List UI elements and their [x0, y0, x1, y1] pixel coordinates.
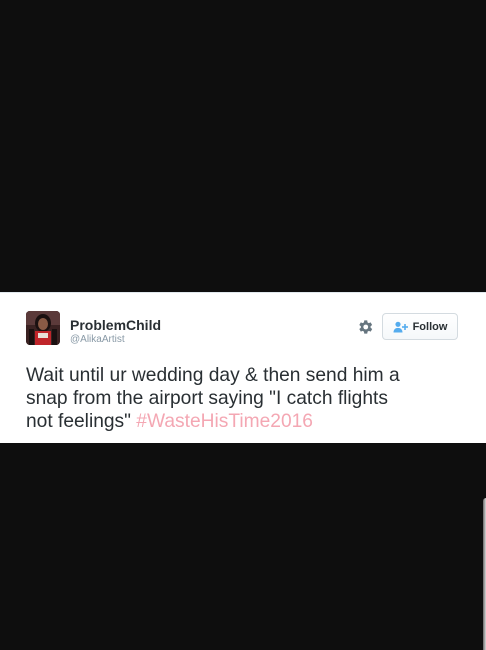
tweet-text-line: snap from the airport saying "I catch fl… [26, 388, 388, 409]
follow-button-label: Follow [412, 320, 448, 333]
display-name[interactable]: ProblemChild [70, 317, 161, 333]
tweet-text-line: not feelings" #WasteHisTime2016 [26, 410, 476, 433]
add-person-icon [393, 321, 408, 332]
tweet-text-line: Wait until ur wedding day & then send hi… [26, 365, 400, 386]
tweet-text-segment: not feelings" [26, 411, 137, 432]
avatar[interactable] [26, 311, 60, 345]
tweet-text: Wait until ur wedding day & then send hi… [26, 364, 476, 433]
gear-icon[interactable] [356, 318, 374, 336]
avatar-image [26, 311, 60, 345]
user-handle[interactable]: @AlikaArtist [70, 333, 161, 346]
screen: ProblemChild @AlikaArtist Follow Wait un… [0, 0, 486, 650]
tweet-card: ProblemChild @AlikaArtist Follow Wait un… [0, 292, 486, 443]
follow-button[interactable]: Follow [382, 313, 458, 340]
hashtag-link[interactable]: #WasteHisTime2016 [136, 411, 313, 432]
user-info: ProblemChild @AlikaArtist [70, 317, 161, 346]
